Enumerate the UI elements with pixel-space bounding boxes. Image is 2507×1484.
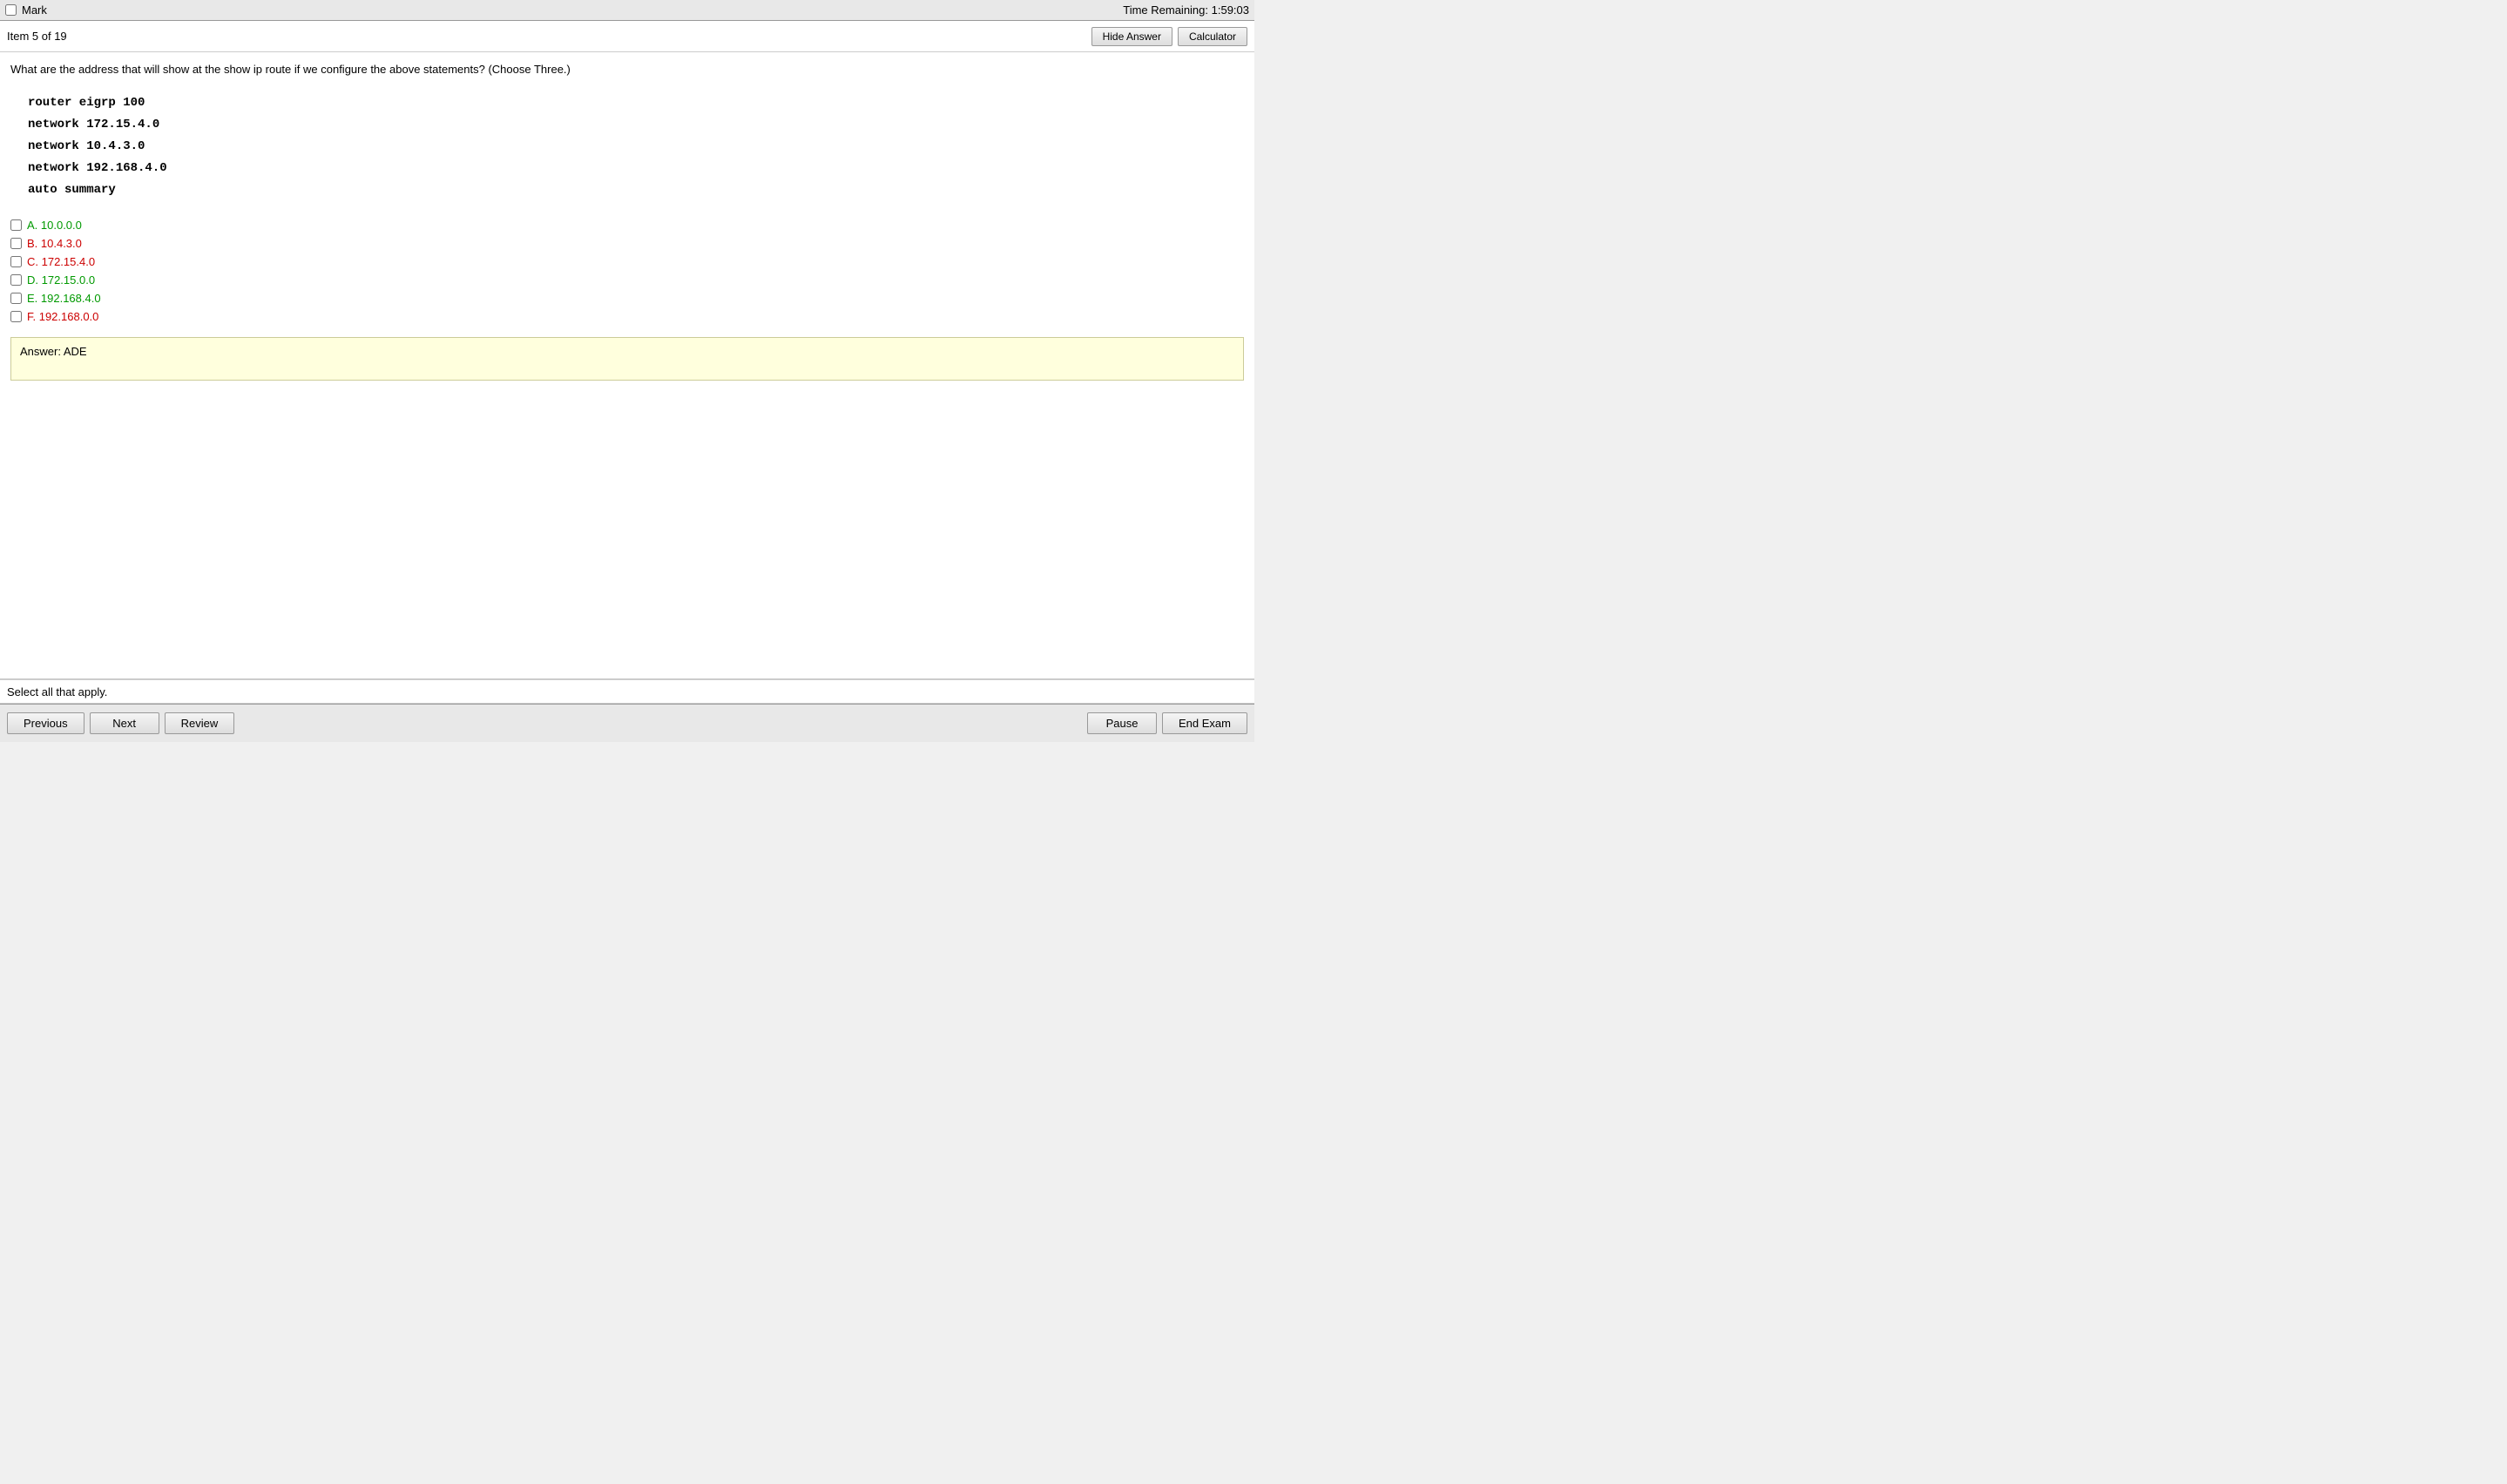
option-item: E. 192.168.4.0 (10, 292, 1244, 305)
option-item: F. 192.168.0.0 (10, 310, 1244, 323)
mark-checkbox[interactable] (5, 4, 17, 16)
main-content: What are the address that will show at t… (0, 52, 1254, 679)
code-line: router eigrp 100 (28, 92, 1244, 114)
code-line: network 172.15.4.0 (28, 114, 1244, 136)
pause-button[interactable]: Pause (1087, 712, 1157, 734)
option-checkbox-c[interactable] (10, 256, 22, 267)
option-checkbox-e[interactable] (10, 293, 22, 304)
mark-label[interactable]: Mark (22, 3, 47, 17)
option-label: A. 10.0.0.0 (27, 219, 82, 232)
options-list: A. 10.0.0.0 B. 10.4.3.0 C. 172.15.4.0 D. 17… (10, 219, 1244, 323)
item-counter: Item 5 of 19 (7, 30, 67, 43)
code-block: router eigrp 100network 172.15.4.0networ… (28, 92, 1244, 202)
previous-button[interactable]: Previous (7, 712, 84, 734)
calculator-button[interactable]: Calculator (1178, 27, 1247, 46)
option-label: B. 10.4.3.0 (27, 237, 82, 250)
option-checkbox-a[interactable] (10, 219, 22, 231)
code-line: network 192.168.4.0 (28, 158, 1244, 179)
code-line: network 10.4.3.0 (28, 136, 1244, 158)
review-button[interactable]: Review (165, 712, 235, 734)
next-button[interactable]: Next (90, 712, 159, 734)
option-checkbox-d[interactable] (10, 274, 22, 286)
option-label: D. 172.15.0.0 (27, 273, 95, 287)
code-line: auto summary (28, 179, 1244, 201)
option-item: C. 172.15.4.0 (10, 255, 1244, 268)
option-checkbox-f[interactable] (10, 311, 22, 322)
answer-text: Answer: ADE (20, 345, 87, 358)
bottom-bar-right: Pause End Exam (1087, 712, 1247, 734)
timer: Time Remaining: 1:59:03 (1123, 3, 1249, 17)
option-item: D. 172.15.0.0 (10, 273, 1244, 287)
title-bar: Mark Time Remaining: 1:59:03 (0, 0, 1254, 21)
end-exam-button[interactable]: End Exam (1162, 712, 1247, 734)
bottom-bar-left: Previous Next Review (7, 712, 234, 734)
option-checkbox-b[interactable] (10, 238, 22, 249)
option-item: A. 10.0.0.0 (10, 219, 1244, 232)
question-text: What are the address that will show at t… (10, 61, 1244, 78)
instruction-bar: Select all that apply. (0, 679, 1254, 704)
answer-box: Answer: ADE (10, 337, 1244, 381)
option-label: C. 172.15.4.0 (27, 255, 95, 268)
top-bar-buttons: Hide Answer Calculator (1091, 27, 1247, 46)
option-item: B. 10.4.3.0 (10, 237, 1244, 250)
option-label: F. 192.168.0.0 (27, 310, 98, 323)
instruction-text: Select all that apply. (7, 685, 107, 698)
title-bar-left: Mark (5, 3, 47, 17)
top-bar: Item 5 of 19 Hide Answer Calculator (0, 21, 1254, 52)
bottom-bar: Previous Next Review Pause End Exam (0, 704, 1254, 742)
option-label: E. 192.168.4.0 (27, 292, 101, 305)
hide-answer-button[interactable]: Hide Answer (1091, 27, 1172, 46)
